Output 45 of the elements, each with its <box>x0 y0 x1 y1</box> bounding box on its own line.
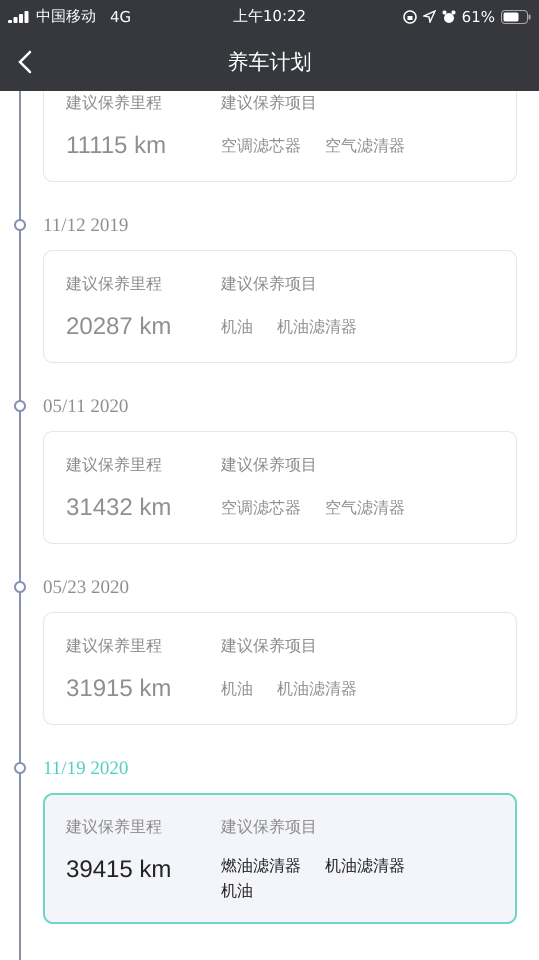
battery-percent: 61% <box>462 8 495 26</box>
mileage-label: 建议保养里程 <box>66 93 163 114</box>
mileage-value: 11115 km <box>66 132 168 160</box>
mileage-value: 31915 km <box>66 675 172 703</box>
items-label: 建议保养项目 <box>221 636 318 657</box>
maintenance-item: 机油 <box>221 678 253 700</box>
mileage-label: 建议保养里程 <box>66 455 163 476</box>
battery-icon <box>501 10 531 24</box>
maintenance-item: 空调滤芯器 <box>221 136 301 156</box>
maintenance-item: 空调滤芯器 <box>221 498 301 518</box>
page-title: 养车计划 <box>228 49 312 76</box>
location-icon <box>422 10 436 23</box>
mileage-value: 31432 km <box>66 494 172 522</box>
plan-date: 11/19 2020 <box>43 758 128 780</box>
mileage-value: 39415 km <box>66 856 172 885</box>
plan-card[interactable]: 建议保养里程 建议保养项目 31915 km 机油 机油滤清器 <box>43 612 517 725</box>
plan-card[interactable]: 建议保养里程 建议保养项目 39415 km 燃油滤清器 机油滤清器 机油 <box>43 793 517 924</box>
plan-card[interactable]: 建议保养里程 建议保养项目 20287 km 机油 机油滤清器 <box>43 250 517 363</box>
mileage-label: 建议保养里程 <box>66 274 163 295</box>
maintenance-item: 机油滤清器 <box>277 678 357 700</box>
signal-icon <box>8 10 30 22</box>
status-time: 上午10:22 <box>232 7 306 26</box>
mileage-label: 建议保养里程 <box>66 817 163 838</box>
plan-date: 05/23 2020 <box>43 577 130 599</box>
maintenance-item: 机油 <box>221 316 253 338</box>
alarm-icon <box>442 10 456 24</box>
items-label: 建议保养项目 <box>221 274 318 295</box>
maintenance-item: 燃油滤清器 <box>221 856 301 877</box>
mileage-label: 建议保养里程 <box>66 636 163 657</box>
rotation-lock-icon <box>402 10 417 24</box>
carrier-name: 中国移动 <box>36 7 96 26</box>
maintenance-item: 空气滤清器 <box>325 136 405 156</box>
items-label: 建议保养项目 <box>221 817 318 838</box>
plan-date: 11/12 2019 <box>43 215 128 237</box>
maintenance-item: 机油 <box>221 881 253 902</box>
items-label: 建议保养项目 <box>221 455 318 476</box>
plan-date: 05/11 2020 <box>43 396 128 418</box>
maintenance-item: 机油滤清器 <box>325 856 405 877</box>
items-label: 建议保养项目 <box>221 93 318 114</box>
plan-card[interactable]: 建议保养里程 建议保养项目 11115 km 空调滤芯器 空气滤清器 <box>43 91 517 182</box>
maintenance-item: 机油滤清器 <box>277 316 357 338</box>
mileage-value: 20287 km <box>66 313 172 341</box>
maintenance-item: 空气滤清器 <box>325 498 405 518</box>
plan-card[interactable]: 建议保养里程 建议保养项目 31432 km 空调滤芯器 空气滤清器 <box>43 431 517 544</box>
network-type: 4G <box>110 8 132 26</box>
